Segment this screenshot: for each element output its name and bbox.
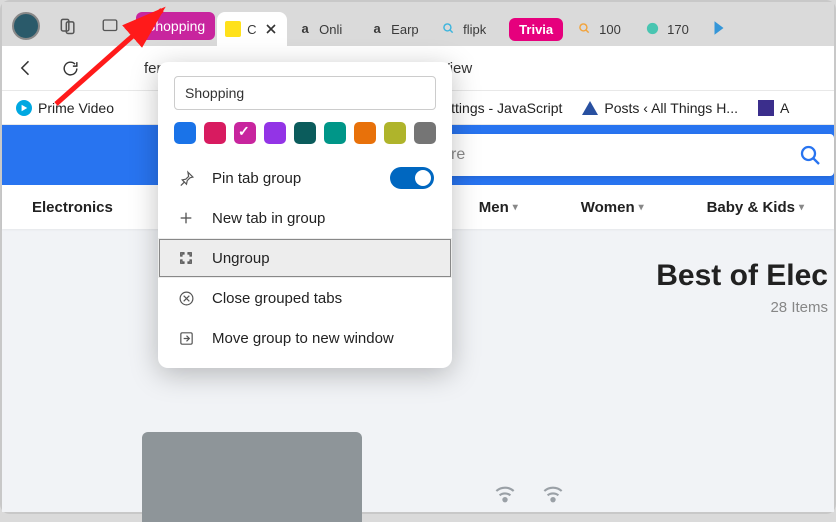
- close-tab-icon[interactable]: [262, 20, 279, 38]
- color-swatch[interactable]: [204, 122, 226, 144]
- bookmark-item[interactable]: Settings - JavaScript: [434, 100, 562, 116]
- tab-title: Earp: [391, 22, 418, 37]
- bookmark-label: Prime Video: [38, 100, 114, 116]
- new-window-icon: [176, 328, 196, 348]
- bing-favicon: [441, 21, 457, 37]
- plus-icon: [176, 208, 196, 228]
- amazon-favicon: a: [369, 21, 385, 37]
- tab-actions-icon[interactable]: [96, 12, 124, 40]
- tab-scroll-right-icon[interactable]: [705, 14, 733, 42]
- color-swatch[interactable]: [414, 122, 436, 144]
- tab-group-label-trivia[interactable]: Trivia: [509, 18, 563, 41]
- color-swatch[interactable]: [324, 122, 346, 144]
- flipkart-favicon: [225, 21, 241, 37]
- triangle-icon: [582, 101, 598, 115]
- category-men[interactable]: Men▾: [479, 199, 518, 216]
- chevron-down-icon: ▾: [513, 202, 518, 213]
- category-women[interactable]: Women▾: [581, 199, 644, 216]
- color-swatch[interactable]: [264, 122, 286, 144]
- tab-title: 100: [599, 22, 621, 37]
- bing-favicon: [577, 21, 593, 37]
- chevron-down-icon: ▾: [639, 202, 644, 213]
- edge-favicon: [645, 21, 661, 37]
- bookmark-item[interactable]: Posts ‹ All Things H...: [582, 100, 738, 116]
- equalizer-icon: [758, 100, 774, 116]
- tab-title: Onli: [319, 22, 342, 37]
- tab[interactable]: C: [217, 12, 287, 46]
- wifi-icon: [492, 476, 566, 506]
- bookmark-item[interactable]: A: [758, 100, 789, 116]
- prime-video-icon: [16, 100, 32, 116]
- menu-pin-group[interactable]: Pin tab group: [158, 158, 452, 198]
- menu-new-tab-in-group[interactable]: New tab in group: [158, 198, 452, 238]
- color-swatch[interactable]: [174, 122, 196, 144]
- menu-move-group-new-window[interactable]: Move group to new window: [158, 318, 452, 358]
- category-baby-kids[interactable]: Baby & Kids▾: [707, 199, 804, 216]
- bookmark-item[interactable]: Prime Video: [16, 100, 114, 116]
- chevron-down-icon: ▾: [799, 202, 804, 213]
- pin-icon: [176, 168, 196, 188]
- tab-title: 170: [667, 22, 689, 37]
- pin-toggle[interactable]: [390, 167, 434, 189]
- tab-strip: Shopping C a Onli a Earp flipk Trivia 10…: [2, 2, 834, 46]
- tab-title: flipk: [463, 22, 486, 37]
- tab-title: C: [247, 22, 256, 37]
- tab-group-menu: Shopping Pin tab group New tab in group …: [158, 62, 452, 368]
- category-electronics[interactable]: Electronics: [32, 199, 113, 216]
- color-swatches: [158, 122, 452, 158]
- color-swatch[interactable]: [234, 122, 256, 144]
- ungroup-icon: [176, 248, 196, 268]
- back-button[interactable]: [12, 54, 40, 82]
- amazon-favicon: a: [297, 21, 313, 37]
- bookmark-label: A: [780, 100, 789, 116]
- color-swatch[interactable]: [384, 122, 406, 144]
- group-name-input[interactable]: Shopping: [174, 76, 436, 110]
- product-image: [142, 432, 362, 522]
- profile-avatar[interactable]: [12, 12, 40, 40]
- bookmark-label: Settings - JavaScript: [434, 100, 562, 116]
- color-swatch[interactable]: [294, 122, 316, 144]
- tab[interactable]: Trivia: [505, 12, 567, 46]
- workspaces-icon[interactable]: [54, 12, 82, 40]
- tab[interactable]: a Onli: [289, 12, 359, 46]
- bookmark-label: Posts ‹ All Things H...: [604, 100, 738, 116]
- tab[interactable]: a Earp: [361, 12, 431, 46]
- menu-close-grouped-tabs[interactable]: Close grouped tabs: [158, 278, 452, 318]
- tab-group-label[interactable]: Shopping: [136, 12, 215, 40]
- search-icon: [798, 143, 822, 167]
- color-swatch[interactable]: [354, 122, 376, 144]
- tab[interactable]: 100: [569, 12, 635, 46]
- tab[interactable]: flipk: [433, 12, 503, 46]
- close-circle-icon: [176, 288, 196, 308]
- refresh-button[interactable]: [56, 54, 84, 82]
- tab[interactable]: 170: [637, 12, 703, 46]
- menu-ungroup[interactable]: Ungroup: [158, 238, 452, 278]
